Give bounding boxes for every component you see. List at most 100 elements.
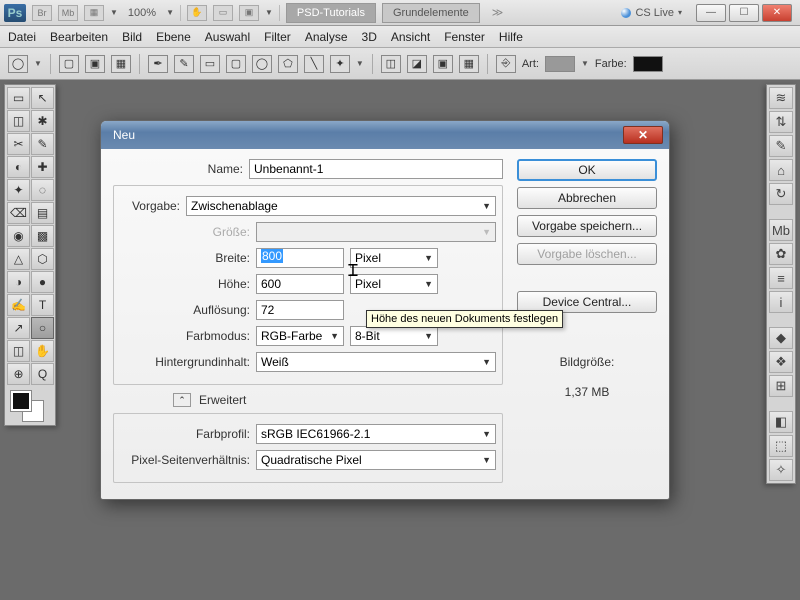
tool-22[interactable]: ◫ bbox=[7, 340, 30, 362]
link-icon[interactable]: ⎆ bbox=[496, 55, 516, 73]
pen-icon[interactable]: ✒ bbox=[148, 55, 168, 73]
panel-icon-7[interactable]: ≡ bbox=[769, 267, 793, 289]
menu-fenster[interactable]: Fenster bbox=[444, 30, 485, 44]
cancel-button[interactable]: Abbrechen bbox=[517, 187, 657, 209]
tool-12[interactable]: ◉ bbox=[7, 225, 30, 247]
panel-icon-4[interactable]: ↻ bbox=[769, 183, 793, 205]
chevron-down-icon[interactable]: ▼ bbox=[166, 8, 174, 17]
zoom-level[interactable]: 100% bbox=[124, 7, 160, 19]
tool-0[interactable]: ▭ bbox=[7, 87, 30, 109]
menu-filter[interactable]: Filter bbox=[264, 30, 291, 44]
freeform-pen-icon[interactable]: ✎ bbox=[174, 55, 194, 73]
menu-ebene[interactable]: Ebene bbox=[156, 30, 191, 44]
tool-1[interactable]: ↖ bbox=[31, 87, 54, 109]
tool-3[interactable]: ✱ bbox=[31, 110, 54, 132]
custom-shape-icon[interactable]: ✦ bbox=[330, 55, 350, 73]
menu-ansicht[interactable]: Ansicht bbox=[391, 30, 430, 44]
dialog-titlebar[interactable]: Neu ✕ bbox=[101, 121, 669, 149]
tool-14[interactable]: △ bbox=[7, 248, 30, 270]
style-swatch[interactable] bbox=[545, 56, 575, 72]
menu-datei[interactable]: Datei bbox=[8, 30, 36, 44]
tool-13[interactable]: ▩ bbox=[31, 225, 54, 247]
cs-live-button[interactable]: CS Live ▾ bbox=[613, 7, 690, 19]
tool-23[interactable]: ✋ bbox=[31, 340, 54, 362]
ok-button[interactable]: OK bbox=[517, 159, 657, 181]
chevron-down-icon[interactable]: ▼ bbox=[265, 8, 273, 17]
tool-16[interactable]: ◑ bbox=[7, 271, 30, 293]
tool-5[interactable]: ✎ bbox=[31, 133, 54, 155]
close-button[interactable]: ✕ bbox=[762, 4, 792, 22]
more-workspaces-icon[interactable]: ≫ bbox=[486, 6, 510, 19]
combine-subtract-icon[interactable]: ◪ bbox=[407, 55, 427, 73]
tool-6[interactable]: ◐ bbox=[7, 156, 30, 178]
workspace-tab-active[interactable]: PSD-Tutorials bbox=[286, 3, 376, 23]
save-preset-button[interactable]: Vorgabe speichern... bbox=[517, 215, 657, 237]
tool-17[interactable]: ● bbox=[31, 271, 54, 293]
color-wells[interactable] bbox=[7, 389, 53, 423]
tool-10[interactable]: ⌫ bbox=[7, 202, 30, 224]
preset-select[interactable]: Zwischenablage▼ bbox=[186, 196, 496, 216]
tool-24[interactable]: ⊕ bbox=[7, 363, 30, 385]
maximize-button[interactable]: ☐ bbox=[729, 4, 759, 22]
tool-25[interactable]: Q bbox=[31, 363, 54, 385]
minibridge-icon[interactable]: Mb bbox=[58, 5, 78, 21]
name-input[interactable] bbox=[249, 159, 503, 179]
menu-auswahl[interactable]: Auswahl bbox=[205, 30, 250, 44]
panel-icon-3[interactable]: ⌂ bbox=[769, 159, 793, 181]
view-extras-icon[interactable]: ▦ bbox=[84, 5, 104, 21]
panel-icon-10[interactable]: ❖ bbox=[769, 351, 793, 373]
tool-21[interactable]: ○ bbox=[31, 317, 54, 339]
panel-icon-11[interactable]: ⊞ bbox=[769, 375, 793, 397]
width-unit-select[interactable]: Pixel▼ bbox=[350, 248, 438, 268]
workspace-tab[interactable]: Grundelemente bbox=[382, 3, 480, 23]
minimize-button[interactable]: — bbox=[696, 4, 726, 22]
screen-mode-icon[interactable]: ▣ bbox=[239, 5, 259, 21]
panel-icon-9[interactable]: ◆ bbox=[769, 327, 793, 349]
panel-icon-14[interactable]: ✧ bbox=[769, 459, 793, 481]
menu-3d[interactable]: 3D bbox=[362, 30, 377, 44]
combine-add-icon[interactable]: ◫ bbox=[381, 55, 401, 73]
dialog-close-button[interactable]: ✕ bbox=[623, 126, 663, 144]
tool-20[interactable]: ↗ bbox=[7, 317, 30, 339]
doc-arrange-icon[interactable]: ▭ bbox=[213, 5, 233, 21]
panel-icon-8[interactable]: i bbox=[769, 291, 793, 313]
tool-7[interactable]: ✚ bbox=[31, 156, 54, 178]
paths-icon[interactable]: ▣ bbox=[85, 55, 105, 73]
chevron-down-icon[interactable]: ▼ bbox=[581, 59, 589, 68]
menu-bild[interactable]: Bild bbox=[122, 30, 142, 44]
fill-pixels-icon[interactable]: ▦ bbox=[111, 55, 131, 73]
combine-exclude-icon[interactable]: ▦ bbox=[459, 55, 479, 73]
color-swatch[interactable] bbox=[633, 56, 663, 72]
color-mode-select[interactable]: RGB-Farbe▼ bbox=[256, 326, 344, 346]
menu-bearbeiten[interactable]: Bearbeiten bbox=[50, 30, 108, 44]
foreground-color-well[interactable] bbox=[11, 391, 31, 411]
background-select[interactable]: Weiß▼ bbox=[256, 352, 496, 372]
line-icon[interactable]: ╲ bbox=[304, 55, 324, 73]
panel-icon-6[interactable]: ✿ bbox=[769, 243, 793, 265]
panel-icon-2[interactable]: ✎ bbox=[769, 135, 793, 157]
resolution-input[interactable] bbox=[256, 300, 344, 320]
polygon-icon[interactable]: ⬠ bbox=[278, 55, 298, 73]
tool-2[interactable]: ◫ bbox=[7, 110, 30, 132]
ellipse-shape-icon[interactable]: ◯ bbox=[252, 55, 272, 73]
panel-icon-5[interactable]: Mb bbox=[769, 219, 793, 241]
tool-15[interactable]: ⬡ bbox=[31, 248, 54, 270]
tool-18[interactable]: ✍ bbox=[7, 294, 30, 316]
tool-19[interactable]: T bbox=[31, 294, 54, 316]
color-profile-select[interactable]: sRGB IEC61966-2.1▼ bbox=[256, 424, 496, 444]
tool-8[interactable]: ✦ bbox=[7, 179, 30, 201]
height-unit-select[interactable]: Pixel▼ bbox=[350, 274, 438, 294]
tool-9[interactable]: ◌ bbox=[31, 179, 54, 201]
chevron-down-icon[interactable]: ▼ bbox=[34, 59, 42, 68]
tool-11[interactable]: ▤ bbox=[31, 202, 54, 224]
panel-icon-12[interactable]: ◧ bbox=[769, 411, 793, 433]
menu-hilfe[interactable]: Hilfe bbox=[499, 30, 523, 44]
width-input[interactable]: 800 bbox=[256, 248, 344, 268]
tool-4[interactable]: ✂ bbox=[7, 133, 30, 155]
menu-analyse[interactable]: Analyse bbox=[305, 30, 348, 44]
panel-icon-0[interactable]: ≋ bbox=[769, 87, 793, 109]
bridge-icon[interactable]: Br bbox=[32, 5, 52, 21]
rectangle-icon[interactable]: ▭ bbox=[200, 55, 220, 73]
combine-intersect-icon[interactable]: ▣ bbox=[433, 55, 453, 73]
ellipse-icon[interactable]: ◯ bbox=[8, 55, 28, 73]
